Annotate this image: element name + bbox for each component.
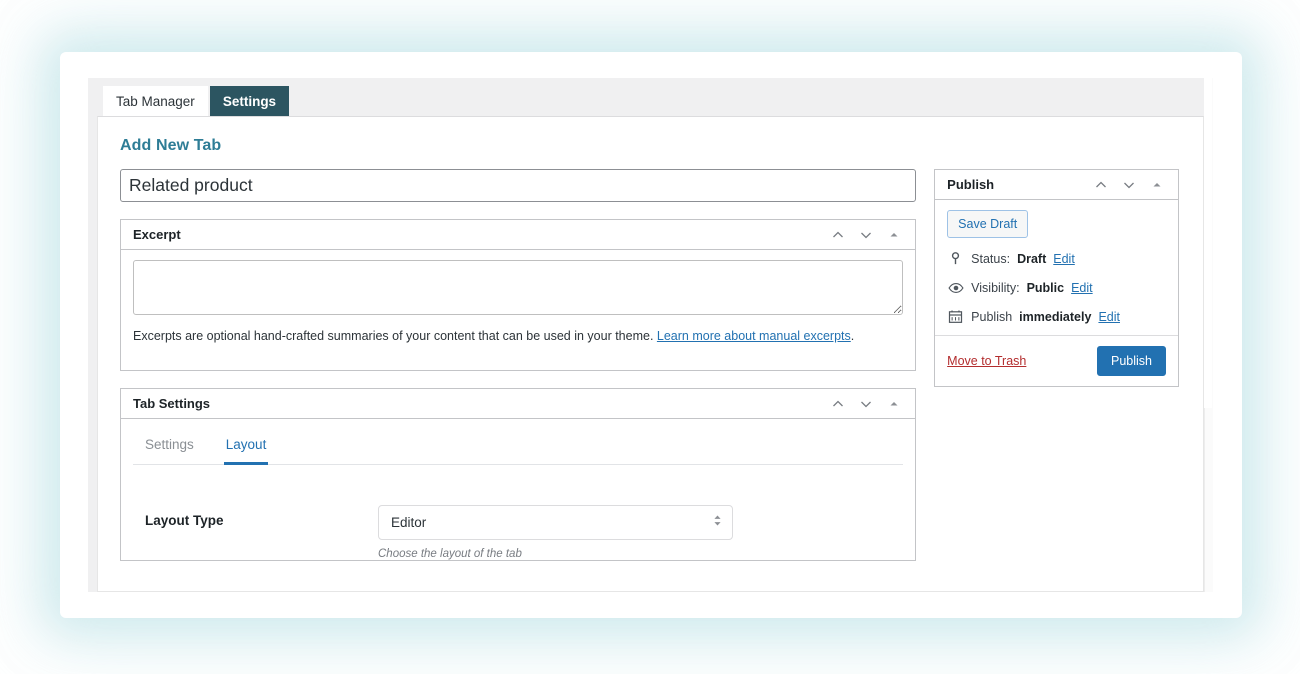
chevron-up-icon	[833, 400, 844, 406]
chevron-down-icon	[861, 401, 872, 407]
save-draft-button[interactable]: Save Draft	[947, 210, 1029, 238]
publish-move-up-button[interactable]	[1088, 172, 1114, 198]
excerpt-postbox: Excerpt Excerpts are optional hand-craft…	[120, 219, 917, 371]
subtab-layout-label: Layout	[225, 437, 267, 452]
main-column: Excerpt	[120, 169, 917, 561]
excerpt-move-up-button[interactable]	[825, 222, 851, 248]
tab-tab-manager[interactable]: Tab Manager	[103, 86, 208, 116]
subtab-settings-label: Settings	[145, 437, 194, 452]
vertical-scrollbar-track[interactable]	[1204, 78, 1213, 592]
screenshot-stage: Tab Manager Settings Add New Tab Excerpt	[0, 0, 1300, 674]
excerpt-move-down-button[interactable]	[853, 222, 879, 248]
tab-settings-handle-actions	[825, 391, 907, 417]
tab-settings-move-down-button[interactable]	[853, 391, 879, 417]
excerpt-postbox-header: Excerpt	[121, 220, 916, 250]
publish-major-actions: Move to Trash Publish	[935, 335, 1178, 386]
excerpt-postbox-inside: Excerpts are optional hand-crafted summa…	[121, 250, 915, 370]
schedule-edit-link[interactable]: Edit	[1098, 310, 1120, 324]
tab-settings[interactable]: Settings	[209, 86, 290, 116]
schedule-label: Publish	[971, 309, 1013, 324]
subtab-layout[interactable]: Layout	[223, 429, 269, 465]
chevron-down-icon	[861, 232, 872, 238]
excerpt-help-text: Excerpts are optional hand-crafted summa…	[133, 328, 903, 346]
chevron-up-icon	[1096, 181, 1106, 187]
publish-postbox-title: Publish	[947, 177, 995, 192]
status-edit-link[interactable]: Edit	[1053, 252, 1075, 266]
excerpt-toggle-button[interactable]	[881, 222, 907, 248]
excerpt-handle-actions	[825, 222, 907, 248]
layout-type-control: Editor Choose the layout of the tab	[378, 505, 903, 560]
nav-tab-strip: Tab Manager Settings	[88, 78, 1213, 116]
publish-submitbox: Save Draft Status: Draft Edit Visibility…	[935, 200, 1178, 335]
publish-postbox-header: Publish	[935, 170, 1178, 200]
publish-move-down-button[interactable]	[1116, 172, 1142, 198]
visibility-label: Visibility:	[971, 280, 1020, 295]
triangle-up-icon	[1153, 182, 1161, 186]
tab-settings-move-up-button[interactable]	[825, 391, 851, 417]
page-title: Add New Tab	[120, 137, 222, 154]
status-row: Status: Draft Edit	[947, 250, 1166, 267]
publish-postbox: Publish Save Draft Status: Draft Edit Vi…	[934, 169, 1179, 387]
visibility-row: Visibility: Public Edit	[947, 279, 1166, 296]
chevron-up-icon	[833, 231, 844, 237]
content-area: Add New Tab Excerpt	[97, 116, 1204, 592]
content-inner: Add New Tab Excerpt	[98, 117, 1203, 561]
plugin-admin-window: Tab Manager Settings Add New Tab Excerpt	[88, 78, 1213, 592]
tab-tab-manager-label: Tab Manager	[116, 94, 195, 109]
triangle-up-icon	[890, 401, 898, 405]
eye-icon	[947, 279, 964, 296]
sidebar-column: Publish Save Draft Status: Draft Edit Vi…	[934, 169, 1179, 387]
layout-type-description: Choose the layout of the tab	[378, 548, 522, 560]
pin-icon	[947, 250, 964, 267]
tab-settings-postbox-inside: Settings Layout Layout Type Editor Choos…	[121, 419, 915, 560]
publish-button[interactable]: Publish	[1097, 346, 1166, 376]
layout-type-select[interactable]: Editor	[378, 505, 733, 540]
tab-settings-toggle-button[interactable]	[881, 391, 907, 417]
publish-toggle-button[interactable]	[1144, 172, 1170, 198]
tab-title-input[interactable]	[120, 169, 917, 202]
excerpt-help-suffix: .	[850, 329, 855, 343]
tab-settings-label: Settings	[222, 94, 277, 109]
layout-type-select-wrap: Editor	[378, 505, 733, 540]
tab-settings-postbox-header: Tab Settings	[121, 389, 916, 419]
schedule-value: immediately	[1019, 309, 1092, 324]
tab-settings-subtabs: Settings Layout	[133, 425, 904, 465]
layout-type-row: Layout Type Editor Choose the layout of …	[133, 465, 903, 560]
vertical-scrollbar-thumb[interactable]	[1204, 78, 1212, 408]
editor-columns: Excerpt	[120, 169, 1179, 561]
triangle-up-icon	[890, 232, 898, 236]
move-to-trash-link[interactable]: Move to Trash	[947, 354, 1026, 368]
tab-settings-postbox: Tab Settings Settings Layout Layout Type…	[120, 388, 917, 561]
status-value: Draft	[1017, 251, 1047, 266]
manual-excerpts-link[interactable]: Learn more about manual excerpts	[657, 329, 851, 343]
subtab-settings[interactable]: Settings	[143, 429, 196, 465]
tab-settings-postbox-title: Tab Settings	[133, 396, 211, 411]
chevron-down-icon	[1124, 182, 1134, 188]
excerpt-help-prefix: Excerpts are optional hand-crafted summa…	[133, 329, 657, 343]
calendar-icon	[947, 308, 964, 325]
visibility-edit-link[interactable]: Edit	[1071, 281, 1093, 295]
visibility-value: Public	[1026, 280, 1065, 295]
excerpt-postbox-title: Excerpt	[133, 227, 181, 242]
excerpt-textarea[interactable]	[133, 260, 904, 315]
schedule-row: Publish immediately Edit	[947, 308, 1166, 325]
publish-handle-actions	[1088, 172, 1170, 198]
layout-type-label: Layout Type	[145, 513, 224, 528]
status-label: Status:	[971, 251, 1011, 266]
